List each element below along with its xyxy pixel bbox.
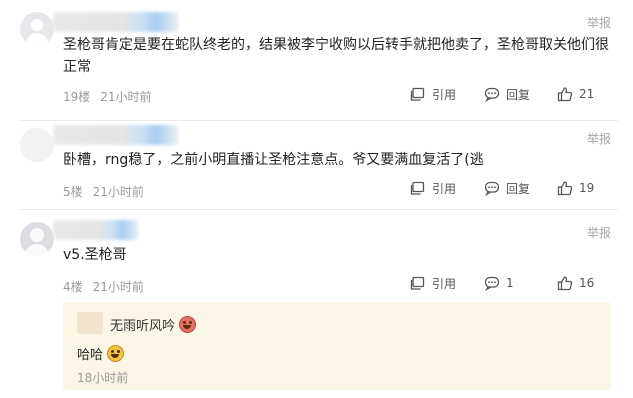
- reply-label: 回复: [506, 181, 531, 196]
- thumbs-up-icon: [557, 181, 573, 196]
- comment-text: 卧槽，rng稳了，之前小明直播让圣枪注意点。爷又要满血复活了(逃: [63, 152, 484, 168]
- comment-time: 21小时前: [92, 280, 144, 294]
- username-blurred[interactable]: [53, 12, 178, 32]
- reply-button[interactable]: 回复: [484, 178, 530, 198]
- quote-icon: [410, 181, 425, 195]
- angry-face-icon: [179, 316, 197, 333]
- reply-button[interactable]: 回复: [484, 84, 530, 104]
- sub-reply: 无雨听风吟 哈哈 18小时前: [63, 302, 611, 390]
- comment-time: 21小时前: [92, 185, 144, 199]
- quote-button[interactable]: 引用: [410, 84, 456, 104]
- comment-meta: 4楼 21小时前: [63, 278, 144, 295]
- like-button[interactable]: 21: [557, 84, 594, 104]
- quote-label: 引用: [432, 276, 457, 291]
- avatar[interactable]: [20, 222, 54, 256]
- comment-actions: 引用 1 16: [410, 273, 620, 293]
- comment-meta: 19楼 21小时前: [63, 88, 152, 105]
- reply-count: 1: [506, 276, 514, 290]
- comment-bubble-icon: [484, 181, 500, 196]
- floor-number: 5楼: [63, 185, 83, 199]
- report-link[interactable]: 举报: [587, 14, 611, 31]
- comment-actions: 引用 回复 19: [410, 178, 620, 198]
- reply-username-row: 无雨听风吟: [110, 315, 197, 334]
- reply-button[interactable]: 1: [484, 273, 514, 293]
- reply-avatar[interactable]: [77, 312, 103, 334]
- quote-button[interactable]: 引用: [410, 273, 456, 293]
- floor-number: 19楼: [63, 90, 91, 104]
- like-count: 21: [579, 87, 595, 101]
- quote-label: 引用: [432, 87, 457, 102]
- reply-label: 回复: [506, 87, 531, 102]
- like-button[interactable]: 16: [557, 273, 594, 293]
- username-blurred[interactable]: [53, 220, 138, 240]
- reply-text-row: 哈哈: [77, 344, 125, 363]
- reply-username[interactable]: 无雨听风吟: [110, 315, 175, 334]
- comment-bubble-icon: [484, 276, 500, 291]
- comment-item: 举报 卧槽，rng稳了，之前小明直播让圣枪注意点。爷又要满血复活了(逃 5楼 21…: [0, 121, 633, 209]
- comment-meta: 5楼 21小时前: [63, 183, 144, 200]
- thumbs-up-icon: [557, 276, 573, 291]
- comment-text: 圣枪哥肯定是要在蛇队终老的，结果被李宁收购以后转手就把他卖了，圣枪哥取关他们很正…: [63, 37, 609, 75]
- avatar[interactable]: [20, 128, 54, 162]
- laughing-face-icon: [107, 345, 125, 362]
- like-count: 16: [579, 276, 595, 290]
- reply-time: 18小时前: [77, 371, 129, 385]
- floor-number: 4楼: [63, 280, 83, 294]
- quote-label: 引用: [432, 181, 457, 196]
- avatar[interactable]: [20, 12, 54, 46]
- quote-icon: [410, 87, 425, 101]
- comment-actions: 引用 回复 21: [410, 84, 620, 104]
- thumbs-up-icon: [557, 87, 573, 102]
- comment-item: 举报 圣枪哥肯定是要在蛇队终老的，结果被李宁收购以后转手就把他卖了，圣枪哥取关他…: [0, 0, 633, 120]
- report-link[interactable]: 举报: [587, 130, 611, 147]
- reply-text: 哈哈: [77, 348, 104, 363]
- like-button[interactable]: 19: [557, 178, 594, 198]
- quote-button[interactable]: 引用: [410, 178, 456, 198]
- quote-icon: [410, 276, 425, 290]
- like-count: 19: [579, 181, 595, 195]
- username-blurred[interactable]: [53, 125, 178, 145]
- comment-time: 21小时前: [100, 90, 152, 104]
- comment-bubble-icon: [484, 87, 500, 102]
- report-link[interactable]: 举报: [587, 224, 611, 241]
- comment-text: v5.圣枪哥: [63, 247, 127, 263]
